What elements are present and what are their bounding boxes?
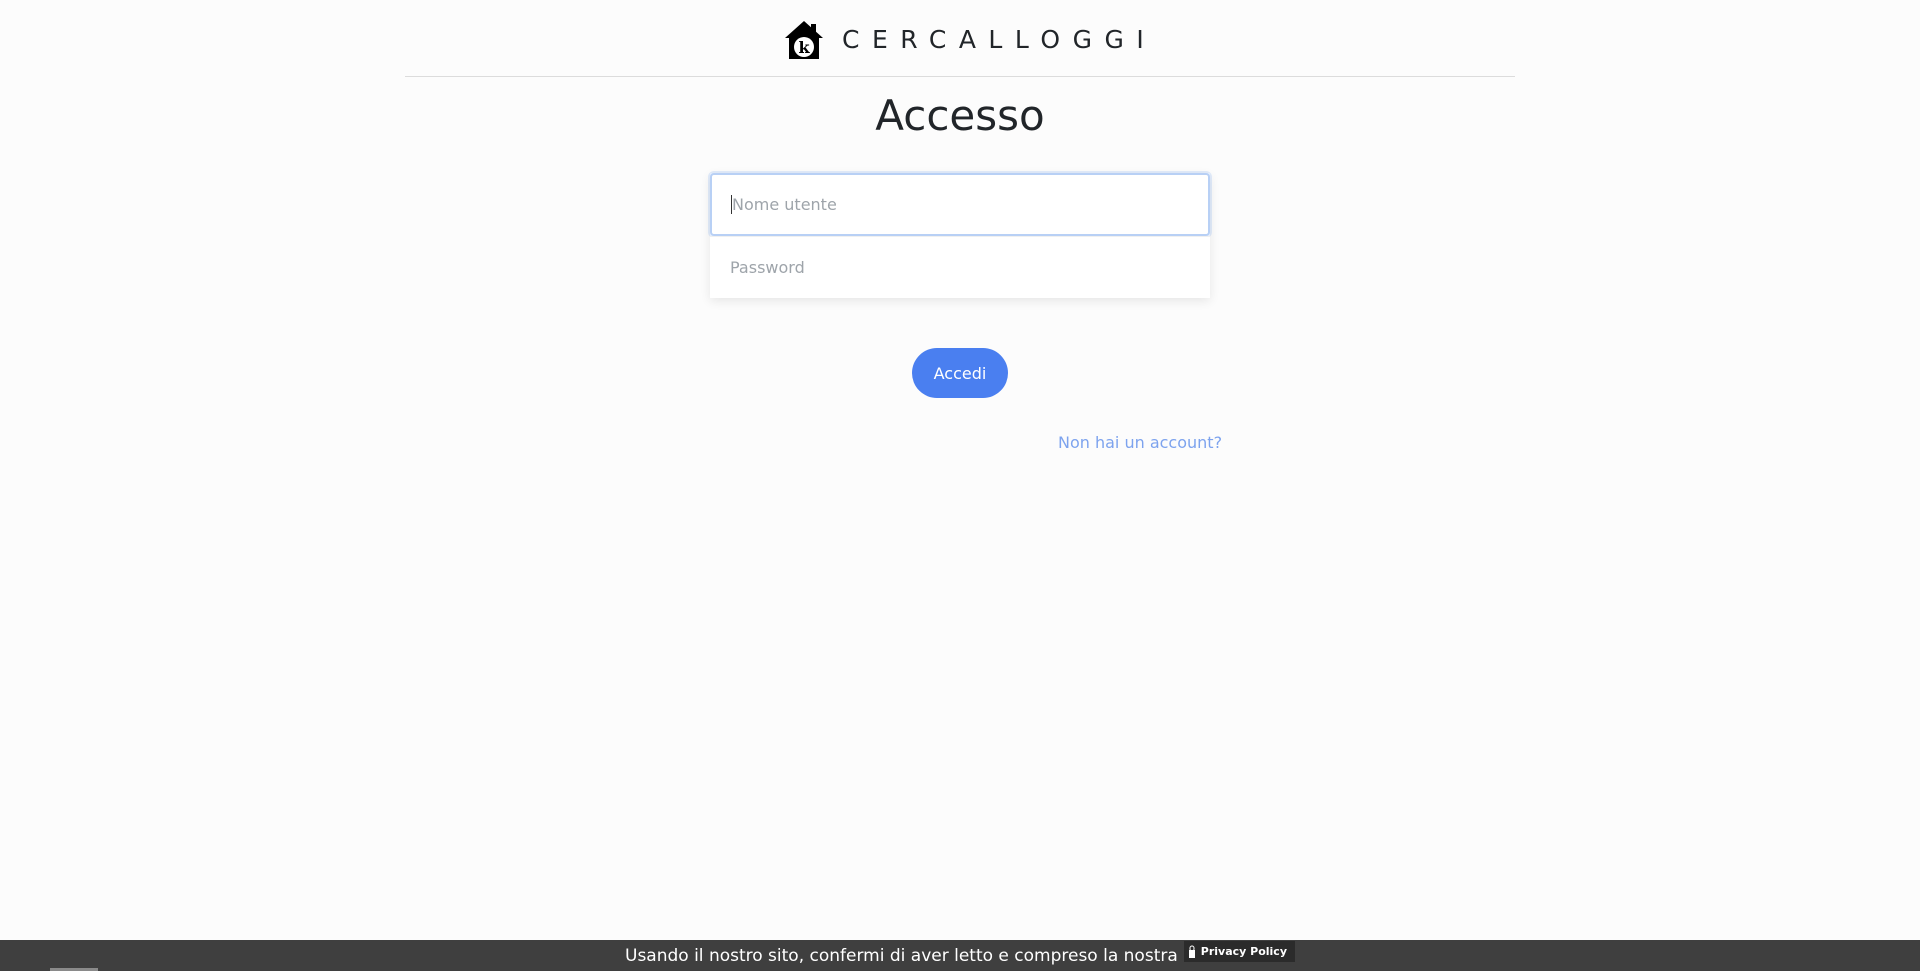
login-button[interactable]: Accedi — [912, 348, 1008, 398]
password-input[interactable] — [710, 236, 1210, 298]
signup-link[interactable]: Non hai un account? — [1058, 433, 1222, 452]
house-k-logo-icon: k — [785, 21, 823, 59]
site-header: k CERCALLOGGI — [405, 0, 1515, 77]
cookie-consent-text: Usando il nostro sito, confermi di aver … — [625, 945, 1178, 966]
username-input[interactable] — [710, 173, 1210, 236]
login-page: k CERCALLOGGI Accesso Accedi Non hai un … — [0, 0, 1920, 971]
lock-icon — [1188, 945, 1195, 958]
text-caret — [731, 195, 732, 214]
cookie-consent-bar: Usando il nostro sito, confermi di aver … — [0, 940, 1920, 971]
login-form — [710, 173, 1210, 298]
brand-name: CERCALLOGGI — [842, 25, 1157, 54]
privacy-policy-link[interactable]: Privacy Policy — [1183, 941, 1295, 962]
site-logo[interactable]: k CERCALLOGGI — [784, 20, 1156, 60]
svg-text:k: k — [798, 38, 810, 57]
privacy-policy-label: Privacy Policy — [1200, 945, 1287, 958]
page-title: Accesso — [875, 91, 1045, 140]
